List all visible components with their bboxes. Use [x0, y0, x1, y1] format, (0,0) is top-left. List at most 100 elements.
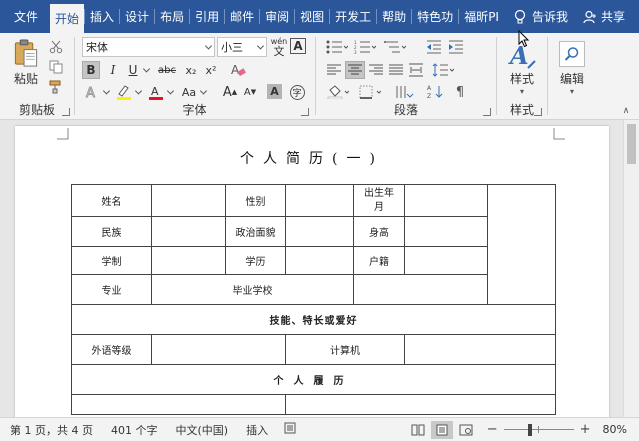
tab-file[interactable]: 文件 [0, 0, 50, 33]
resume-cell[interactable] [71, 394, 286, 415]
zoom-out-button[interactable]: − [487, 422, 498, 437]
editing-button[interactable]: 编辑 ▾ [553, 37, 591, 99]
char-shading-button[interactable]: A [267, 84, 282, 99]
tab-layout[interactable]: 布局 [155, 0, 189, 33]
zoom-percent[interactable]: 80% [603, 423, 627, 436]
education-value-cell[interactable] [285, 246, 354, 275]
italic-label: I [110, 63, 116, 77]
highlight-dropdown[interactable] [134, 83, 143, 101]
justify-button[interactable] [387, 61, 405, 79]
text-effects-button[interactable]: A [82, 83, 102, 101]
line-spacing-button[interactable] [431, 61, 455, 79]
tab-help[interactable]: 帮助 [377, 0, 411, 33]
highlight-button[interactable] [114, 83, 134, 101]
copy-button[interactable] [48, 59, 64, 75]
font-launcher[interactable] [301, 108, 309, 116]
insert-mode[interactable]: 插入 [246, 422, 268, 438]
birth-value-cell[interactable] [404, 184, 488, 217]
font-name-dropdown[interactable]: 宋体 [82, 37, 215, 57]
scrollbar-thumb[interactable] [627, 124, 636, 164]
increase-indent-button[interactable] [447, 39, 465, 55]
borders-button[interactable] [357, 83, 383, 101]
zoom-thumb[interactable] [527, 423, 532, 436]
tab-references[interactable]: 引用 [190, 0, 224, 33]
bullets-button[interactable] [325, 39, 349, 55]
font-size-dropdown[interactable]: 小三 [217, 37, 267, 57]
tab-home[interactable]: 开始 [50, 4, 85, 33]
italic-button[interactable]: I [104, 61, 122, 79]
collapse-ribbon-button[interactable]: ∧ [620, 105, 632, 117]
vertical-scrollbar[interactable] [623, 120, 639, 417]
resume-cell[interactable] [285, 394, 556, 415]
shading-button[interactable] [325, 83, 351, 101]
read-mode-icon[interactable] [411, 424, 425, 436]
shrink-font-button[interactable]: A ▼ [241, 83, 259, 101]
font-color-dropdown[interactable] [166, 83, 175, 101]
document-page[interactable]: 个人简历(一) 姓名 性别 出生年月 民族 政治面貌 身高 学制 学历 户籍 专… [15, 126, 609, 417]
underline-button[interactable]: U [124, 61, 142, 79]
politics-value-cell[interactable] [285, 216, 354, 247]
tab-view[interactable]: 视图 [295, 0, 329, 33]
format-painter-button[interactable] [48, 79, 64, 95]
zoom-slider[interactable] [503, 423, 574, 436]
computer-value-cell[interactable] [404, 334, 556, 365]
share-button[interactable]: 共享 [583, 0, 625, 33]
multilevel-list-icon [384, 41, 406, 53]
change-case-dropdown[interactable] [199, 83, 208, 101]
change-case-button[interactable]: Aa [179, 83, 199, 101]
multilevel-list-button[interactable] [383, 39, 407, 55]
superscript-button[interactable]: x² [202, 61, 220, 79]
tab-design[interactable]: 设计 [120, 0, 154, 33]
numbering-button[interactable]: 123 [353, 39, 377, 55]
macro-record-icon[interactable] [284, 422, 296, 437]
subscript-button[interactable]: x₂ [182, 61, 200, 79]
tab-insert[interactable]: 插入 [85, 0, 119, 33]
char-border-button[interactable]: A [290, 38, 306, 54]
tab-features[interactable]: 特色功 [412, 0, 458, 33]
height-value-cell[interactable] [404, 216, 488, 247]
styles-launcher[interactable] [534, 108, 542, 116]
ethnic-label: 民族 [71, 216, 152, 247]
underline-dropdown[interactable] [142, 61, 151, 79]
word-count[interactable]: 401 个字 [111, 422, 158, 438]
bold-button[interactable]: B [82, 61, 100, 79]
font-color-button[interactable]: A [146, 83, 166, 101]
photo-cell[interactable] [487, 184, 556, 305]
phonetic-guide-button[interactable]: wén 技能、特长或爱好 文 [270, 37, 288, 57]
paste-button[interactable]: 粘贴 [8, 39, 44, 87]
tab-review[interactable]: 审阅 [260, 0, 294, 33]
enclose-characters-button[interactable]: 字 [288, 83, 306, 101]
tab-developer[interactable]: 开发工 [330, 0, 376, 33]
school-value-cell[interactable] [353, 274, 488, 305]
schooling-value-cell[interactable] [151, 246, 226, 275]
hukou-value-cell[interactable] [404, 246, 488, 275]
paragraph-launcher[interactable] [483, 108, 491, 116]
ethnic-value-cell[interactable] [151, 216, 226, 247]
distributed-button[interactable] [407, 61, 425, 79]
align-center-button[interactable] [345, 61, 365, 79]
name-value-cell[interactable] [151, 184, 226, 217]
align-left-button[interactable] [325, 61, 343, 79]
styles-button[interactable]: A 样式 ▾ [502, 39, 542, 99]
grow-font-button[interactable]: A ▲ [221, 83, 239, 101]
language-value-cell[interactable] [151, 334, 286, 365]
print-layout-button[interactable] [430, 420, 453, 439]
cut-button[interactable] [48, 39, 64, 55]
decrease-indent-button[interactable] [425, 39, 443, 55]
clipboard-launcher[interactable] [62, 108, 70, 116]
sort-button[interactable]: AZ [425, 83, 445, 101]
chinese-layout-button[interactable] [393, 83, 419, 101]
align-right-button[interactable] [367, 61, 385, 79]
zoom-in-button[interactable]: + [580, 422, 591, 437]
web-layout-icon[interactable] [459, 424, 473, 436]
strikethrough-button[interactable]: abc [155, 61, 179, 79]
tab-mailings[interactable]: 邮件 [225, 0, 259, 33]
page-count[interactable]: 第 1 页，共 4 页 [10, 422, 93, 438]
clear-formatting-button[interactable]: A [228, 61, 248, 79]
gender-value-cell[interactable] [285, 184, 354, 217]
tell-me-box[interactable]: 告诉我 [514, 0, 568, 33]
tab-foxit-pdf[interactable]: 福昕PI [459, 0, 504, 33]
language-indicator[interactable]: 中文(中国) [175, 422, 228, 438]
show-marks-button[interactable]: ¶ [451, 83, 469, 101]
text-effects-dropdown[interactable] [102, 83, 111, 101]
